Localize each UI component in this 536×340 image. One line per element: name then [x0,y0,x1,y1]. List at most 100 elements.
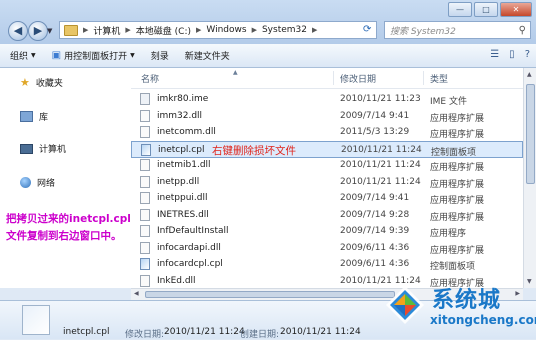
breadcrumb-separator-icon[interactable]: ▶ [123,26,132,34]
column-divider[interactable] [333,71,334,85]
file-row[interactable]: inetcpl.cpl 2010/11/21 11:24 控制面板项 右键删除损坏文件 [131,140,523,158]
file-date: 2010/11/21 11:23 [340,94,421,104]
file-row[interactable]: infocardcpl.cpl 2009/6/11 4:36 控制面板项 [131,256,523,273]
file-date: 2011/5/3 13:29 [340,127,410,137]
file-date: 2009/7/14 9:41 [340,193,410,203]
file-row[interactable]: inetcomm.dll 2011/5/3 13:29 应用程序扩展 [131,124,523,141]
file-date: 2009/6/11 4:36 [340,259,410,269]
burn-label: 刻录 [150,52,169,62]
column-divider[interactable] [423,71,424,85]
column-header-name[interactable]: 名称 [141,72,159,85]
file-date: 2009/7/14 9:28 [340,209,410,220]
dll-file-icon [140,192,150,204]
scroll-up-icon[interactable]: ▲ [527,71,532,78]
file-type: 应用程序扩展 [430,163,485,173]
details-modified-value: 2010/11/21 11:24 [164,327,245,337]
search-icon[interactable]: ⚲ [519,25,526,36]
details-created-label: 创建日期: [240,330,280,340]
scroll-thumb[interactable] [526,84,535,184]
dll-file-icon [140,109,150,122]
file-name: inetppui.dll [157,193,208,203]
file-type: 控制面板项 [430,262,476,272]
file-row[interactable]: infocardapi.dll 2009/6/11 4:36 应用程序扩展 [131,240,523,257]
file-row[interactable]: inetpp.dll 2010/11/21 11:24 应用程序扩展 [131,174,523,191]
breadcrumb-local-disk[interactable]: 本地磁盘 (C:) [133,24,194,37]
file-name: infocardapi.dll [157,242,221,253]
file-row[interactable]: INETRES.dll 2009/7/14 9:28 应用程序扩展 [131,207,523,224]
watermark: 系统城 xitongcheng.com [382,280,536,338]
details-created-value: 2010/11/21 11:24 [280,327,361,337]
file-type: 应用程序扩展 [430,130,485,140]
file-type: 应用程序扩展 [430,245,485,256]
sort-arrow-icon: ▲ [233,69,238,76]
file-date: 2009/6/11 4:36 [340,242,410,253]
computer-icon [20,143,33,154]
sidebar-item-favorites[interactable]: ★ 收藏夹 [20,76,63,89]
file-name: inetpp.dll [157,176,200,187]
back-arrow-icon[interactable]: ◀ [8,21,28,41]
dll-file-icon [140,208,150,221]
sidebar-item-label: 收藏夹 [35,79,63,89]
chevron-down-icon: ▼ [130,52,135,59]
close-button[interactable]: ✕ [500,2,532,17]
file-name: infocardcpl.cpl [157,259,223,269]
breadcrumb-separator-icon[interactable]: ▶ [250,26,259,34]
column-header-type[interactable]: 类型 [430,72,448,85]
file-row[interactable]: imm32.dll 2009/7/14 9:41 应用程序扩展 [131,108,523,125]
watermark-text: 系统城 [432,288,502,313]
file-type: 应用程序 [430,229,467,239]
scroll-left-icon[interactable]: ◀ [134,290,139,297]
minimize-button[interactable]: — [448,2,472,17]
change-view-icon[interactable]: ☰ [490,49,499,60]
file-date: 2010/11/21 11:24 [340,160,421,170]
cpl-file-icon [141,143,151,156]
search-placeholder: 搜索 System32 [390,26,456,37]
windows-logo-icon [386,286,424,324]
file-row[interactable]: inetmib1.dll 2010/11/21 11:24 应用程序扩展 [131,157,523,174]
search-input[interactable]: 搜索 System32 ⚲ [384,21,531,39]
open-with-control-panel-button[interactable]: ▣ 用控制面板打开 ▼ [52,49,135,62]
breadcrumb-separator-icon[interactable]: ▶ [310,26,319,34]
file-list: ▲ 名称 修改日期 类型 imkr80.ime 2010/11/21 11:23 I… [131,68,523,288]
recent-pages-dropdown-icon[interactable]: ▼ [47,27,52,35]
new-folder-button[interactable]: 新建文件夹 [185,49,230,62]
vertical-scrollbar[interactable]: ▲ ▼ [523,68,536,288]
title-bar: — □ ✕ ◀ ▶ ▼ ▶ 计算机 ▶ 本地磁盘 (C:) ▶ Windows … [0,0,536,44]
organize-button[interactable]: 组织 ▼ [10,49,36,62]
breadcrumb-separator-icon[interactable]: ▶ [194,26,203,34]
sidebar-item-computer[interactable]: 计算机 [20,142,66,155]
file-name: imkr80.ime [157,94,209,104]
burn-button[interactable]: 刻录 [151,49,169,62]
preview-pane-icon[interactable]: ▯ [509,49,515,60]
sidebar-item-libraries[interactable]: 库 [20,110,48,123]
file-type: IME 文件 [430,97,467,107]
scroll-thumb[interactable] [145,291,395,298]
file-preview-icon [22,305,50,335]
file-name: InfDefaultInstall [157,226,229,236]
annotation-line: 把拷贝过来的inetcpl.cpl [6,213,131,225]
sidebar-item-network[interactable]: 网络 [20,176,55,189]
sidebar-item-label: 网络 [37,179,56,189]
column-header-date[interactable]: 修改日期 [340,72,376,85]
forward-arrow-icon[interactable]: ▶ [28,21,48,41]
file-type: 应用程序扩展 [430,113,485,124]
cpl-file-icon [140,258,150,270]
refresh-icon[interactable]: ⟳ [363,24,371,35]
breadcrumb-computer[interactable]: 计算机 [90,24,123,37]
watermark-url: xitongcheng.com [430,313,536,327]
breadcrumb-windows[interactable]: Windows [203,25,249,35]
annotation-line: 文件复制到右边窗口中。 [6,230,122,242]
folder-icon [64,24,78,36]
file-row[interactable]: imkr80.ime 2010/11/21 11:23 IME 文件 [131,91,523,108]
view-controls: ☰ ▯ ? [490,49,530,60]
ime-file-icon [140,93,150,105]
file-row[interactable]: InfDefaultInstall 2009/7/14 9:39 应用程序 [131,223,523,240]
help-icon[interactable]: ? [525,49,530,60]
file-row[interactable]: inetppui.dll 2009/7/14 9:41 应用程序扩展 [131,190,523,207]
file-name: InkEd.dll [157,275,196,286]
maximize-button[interactable]: □ [474,2,498,17]
breadcrumb-separator-icon[interactable]: ▶ [81,26,90,34]
breadcrumb-system32[interactable]: System32 [259,25,310,35]
address-bar[interactable]: ▶ 计算机 ▶ 本地磁盘 (C:) ▶ Windows ▶ System32 ▶ [59,21,377,39]
file-date: 2009/7/14 9:41 [340,110,410,121]
